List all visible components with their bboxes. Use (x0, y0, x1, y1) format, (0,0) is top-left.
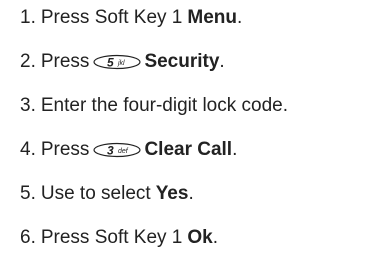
step-1: 1. Press Soft Key 1 Menu . (20, 6, 242, 30)
step-3: 3. Enter the four-digit lock code. (20, 94, 288, 118)
step-number: 2. (20, 51, 36, 72)
step-number: 1. (20, 7, 36, 28)
key-digit: 5 (107, 56, 114, 70)
step-5: 5. Use to select Yes . (20, 182, 194, 206)
step-6: 6. Press Soft Key 1 Ok . (20, 226, 218, 250)
key-3-def-icon: 3 def (92, 142, 142, 158)
key-digit: 3 (107, 144, 114, 158)
step-end: . (212, 227, 219, 248)
step-text: Press Soft Key 1 (40, 7, 183, 28)
step-number: 4. (20, 139, 36, 160)
step-end: . (188, 183, 194, 204)
step-number: 5. (20, 183, 36, 204)
step-highlight: Menu (187, 7, 237, 28)
step-highlight: Clear Call (144, 139, 233, 160)
step-text: Press (40, 139, 90, 160)
step-text: Enter the four-digit lock code. (40, 95, 288, 116)
key-letters: def (118, 148, 129, 155)
step-number: 6. (20, 227, 36, 248)
instruction-list: 1. Press Soft Key 1 Menu . 2. Press 5 jk… (0, 0, 368, 260)
key-letters: jkl (117, 60, 125, 67)
step-number: 3. (20, 95, 36, 116)
step-text: Press (40, 51, 90, 72)
step-highlight: Security (144, 51, 220, 72)
step-text: Press Soft Key 1 (40, 227, 183, 248)
step-end: . (236, 7, 243, 28)
step-end: . (219, 51, 225, 72)
step-text: Use to select (40, 183, 151, 204)
step-4: 4. Press 3 def Clear Call . (20, 138, 237, 162)
step-2: 2. Press 5 jkl Security . (20, 50, 225, 74)
step-highlight: Ok (187, 227, 213, 248)
step-end: . (232, 139, 238, 160)
key-5-jkl-icon: 5 jkl (92, 54, 142, 70)
step-highlight: Yes (155, 183, 189, 204)
